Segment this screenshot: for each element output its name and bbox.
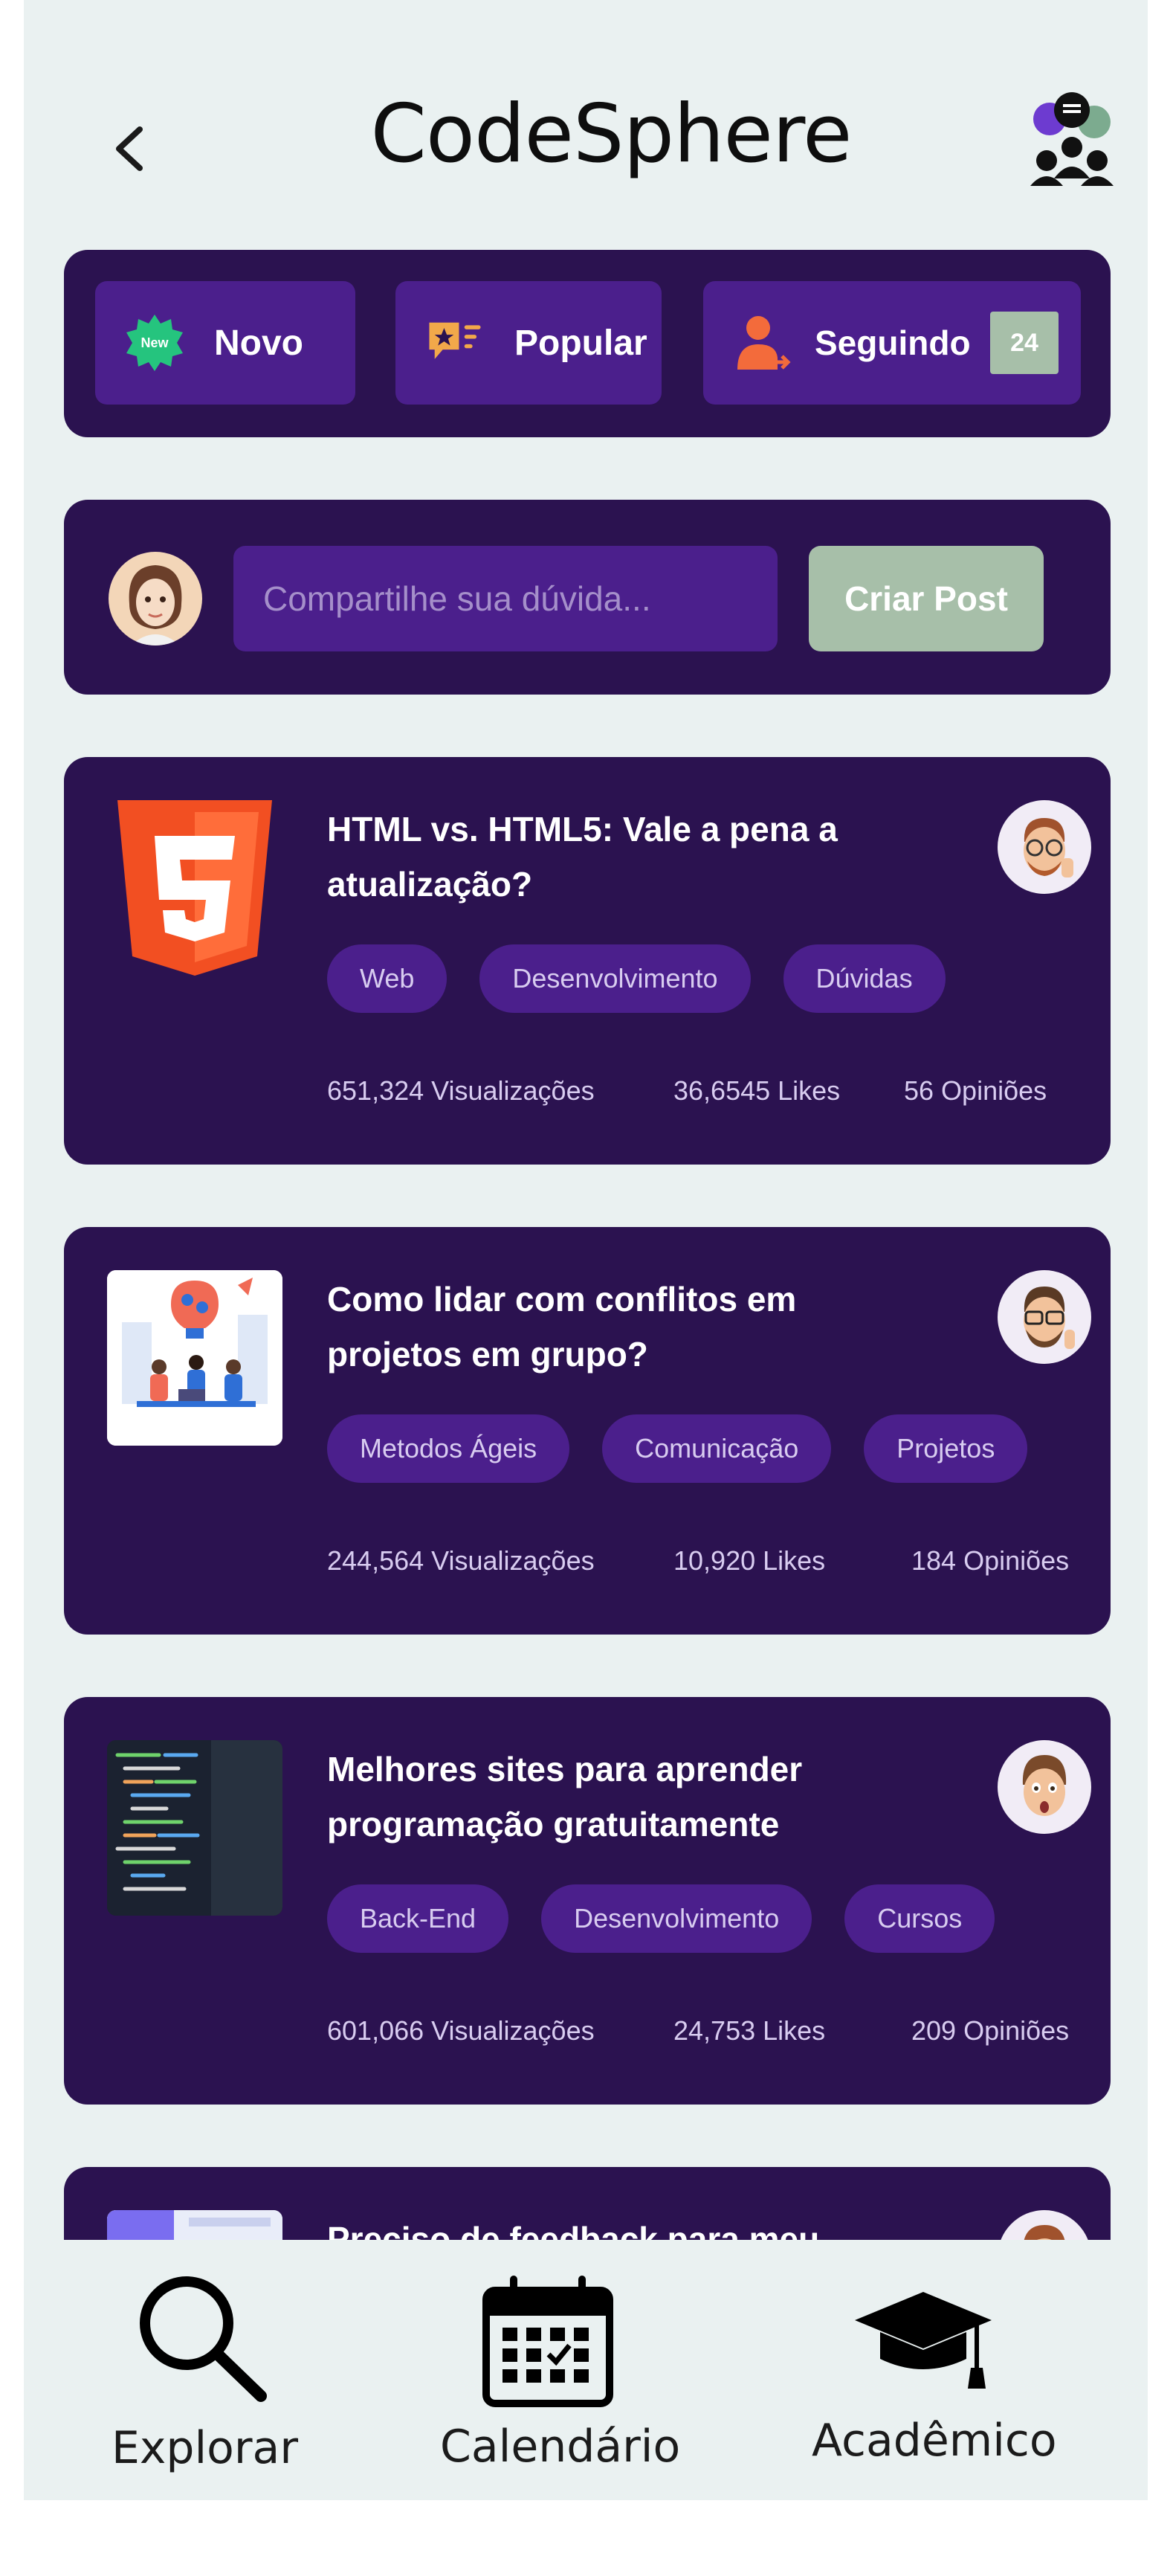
post-title[interactable]: Como lidar com conflitos em projetos em … xyxy=(327,1272,996,1382)
post-title-line: HTML vs. HTML5: Vale a pena a xyxy=(327,810,838,849)
views-count: 651,324 Visualizações xyxy=(327,1075,595,1106)
community-chat-icon xyxy=(1030,92,1114,186)
post-tags: Back-End Desenvolvimento Cursos xyxy=(327,1884,995,1953)
featured-post-icon xyxy=(425,313,485,373)
tag-chip[interactable]: Projetos xyxy=(864,1414,1028,1483)
post-title-line: programação gratuitamente xyxy=(327,1805,780,1844)
tag-chip[interactable]: Back-End xyxy=(327,1884,509,1953)
tag-chip[interactable]: Dúvidas xyxy=(783,944,946,1013)
post-stats: 244,564 Visualizações 10,920 Likes 184 O… xyxy=(327,1545,1070,1590)
following-count-badge: 24 xyxy=(990,312,1059,374)
app-screen: CodeSphere New Novo Popular Seguindo 24 … xyxy=(24,0,1148,2500)
tag-chip[interactable]: Cursos xyxy=(844,1884,995,1953)
nav-academic[interactable]: Acadêmico xyxy=(812,2287,1057,2467)
community-chat-button[interactable] xyxy=(1020,89,1124,193)
graduation-cap-icon xyxy=(855,2292,992,2389)
opinions-count: 56 Opiniões xyxy=(904,1075,1047,1106)
likes-count: 24,753 Likes xyxy=(673,2015,826,2046)
svg-text:New: New xyxy=(140,335,169,350)
html5-logo-image xyxy=(107,800,282,976)
user-avatar[interactable] xyxy=(109,552,202,645)
bottom-navigation: Explorar Calendário Acadêmico xyxy=(24,2240,1148,2500)
author-avatar[interactable] xyxy=(998,1270,1091,1364)
opinions-count: 209 Opiniões xyxy=(911,2015,1070,2046)
tag-chip[interactable]: Desenvolvimento xyxy=(479,944,751,1013)
follow-user-icon xyxy=(733,313,792,373)
tag-chip[interactable]: Web xyxy=(327,944,447,1013)
views-count: 244,564 Visualizações xyxy=(327,1545,595,1576)
tag-chip[interactable]: Comunicação xyxy=(602,1414,832,1483)
author-avatar[interactable] xyxy=(998,1740,1091,1834)
likes-count: 36,6545 Likes xyxy=(673,1075,841,1106)
filter-popular-label: Popular xyxy=(514,323,647,363)
back-button[interactable] xyxy=(92,112,167,186)
post-title-line: Melhores sites para aprender xyxy=(327,1750,803,1788)
post-title-line: Como lidar com conflitos em xyxy=(327,1280,797,1318)
opinions-count: 184 Opiniões xyxy=(911,1545,1070,1576)
post-title-line: projetos em grupo? xyxy=(327,1335,648,1374)
new-badge-icon: New xyxy=(125,313,184,373)
post-card[interactable]: HTML vs. HTML5: Vale a pena a atualizaçã… xyxy=(64,757,1111,1165)
post-question-input[interactable]: Compartilhe sua dúvida... xyxy=(233,546,778,651)
nav-calendar[interactable]: Calendário xyxy=(440,2271,681,2473)
post-title-line: atualização? xyxy=(327,865,533,904)
post-tags: Web Desenvolvimento Dúvidas xyxy=(327,944,946,1013)
post-stats: 601,066 Visualizações 24,753 Likes 209 O… xyxy=(327,2015,1070,2060)
nav-academic-label: Acadêmico xyxy=(812,2415,1057,2467)
team-illustration-image xyxy=(107,1270,282,1446)
filter-new-label: Novo xyxy=(214,323,303,363)
nav-explore[interactable]: Explorar xyxy=(112,2270,298,2474)
tag-chip[interactable]: Metodos Ágeis xyxy=(327,1414,570,1483)
post-card[interactable]: Melhores sites para aprender programação… xyxy=(64,1697,1111,2105)
likes-count: 10,920 Likes xyxy=(673,1545,826,1576)
author-avatar[interactable] xyxy=(998,800,1091,894)
search-icon xyxy=(140,2276,267,2402)
filter-following-label: Seguindo xyxy=(815,323,971,362)
post-card[interactable]: Como lidar com conflitos em projetos em … xyxy=(64,1227,1111,1635)
code-screen-image xyxy=(107,1740,282,1916)
filter-new-button[interactable]: New Novo xyxy=(95,281,355,405)
tag-chip[interactable]: Desenvolvimento xyxy=(541,1884,812,1953)
filter-bar: New Novo Popular Seguindo 24 xyxy=(64,250,1111,437)
post-stats: 651,324 Visualizações 36,6545 Likes 56 O… xyxy=(327,1075,1070,1120)
views-count: 601,066 Visualizações xyxy=(327,2015,595,2046)
post-tags: Metodos Ágeis Comunicação Projetos xyxy=(327,1414,1028,1483)
chevron-left-icon xyxy=(116,126,143,171)
create-post-button[interactable]: Criar Post xyxy=(809,546,1044,651)
post-title[interactable]: HTML vs. HTML5: Vale a pena a atualizaçã… xyxy=(327,802,996,912)
post-composer: Compartilhe sua dúvida... Criar Post xyxy=(64,500,1111,695)
post-title[interactable]: Melhores sites para aprender programação… xyxy=(327,1742,996,1852)
calendar-icon xyxy=(482,2276,613,2407)
app-title: CodeSphere xyxy=(370,88,853,181)
filter-following-button[interactable]: Seguindo 24 xyxy=(703,281,1081,405)
nav-calendar-label: Calendário xyxy=(440,2421,681,2473)
nav-explore-label: Explorar xyxy=(112,2422,298,2474)
filter-popular-button[interactable]: Popular xyxy=(395,281,662,405)
